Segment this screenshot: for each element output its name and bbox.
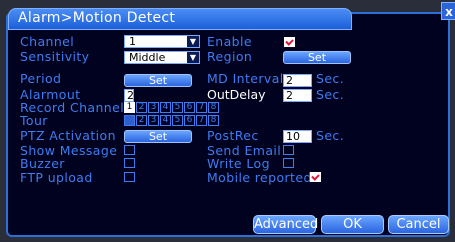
sensitivity-label: Sensitivity: [20, 49, 90, 64]
tour-channel-box-8[interactable]: 8: [208, 115, 219, 126]
record-channel-box-6[interactable]: 6: [184, 102, 195, 113]
enable-checkbox[interactable]: [284, 37, 295, 47]
chevron-down-icon: ▼: [187, 36, 199, 47]
region-set-button[interactable]: Set: [283, 51, 351, 64]
record-channel-box-1[interactable]: 1: [124, 102, 135, 113]
tour-selector: 12345678: [124, 115, 220, 126]
period-set-button[interactable]: Set: [124, 74, 192, 87]
tour-channel-box-7[interactable]: 7: [196, 115, 207, 126]
write-log-checkbox[interactable]: [283, 158, 294, 168]
postrec-input[interactable]: 10: [283, 130, 312, 143]
record-channel-box-5[interactable]: 5: [172, 102, 183, 113]
tour-channel-box-5[interactable]: 5: [172, 115, 183, 126]
md-interval-label: MD Interval: [207, 71, 284, 86]
buzzer-label: Buzzer: [20, 156, 65, 171]
mobile-reported-checkbox[interactable]: [310, 172, 321, 182]
mobile-reported-label: Mobile reported: [207, 170, 312, 185]
write-log-label: Write Log: [207, 156, 270, 171]
sensitivity-value: Middle: [129, 51, 166, 64]
enable-label: Enable: [207, 34, 252, 49]
period-label: Period: [20, 71, 62, 86]
close-button[interactable]: x: [441, 2, 455, 20]
outdelay-input[interactable]: 2: [283, 89, 312, 102]
outdelay-label: OutDelay: [207, 87, 266, 102]
tour-channel-box-1[interactable]: 1: [124, 115, 135, 126]
advanced-button[interactable]: Advanced: [253, 215, 318, 234]
postrec-unit: Sec.: [316, 128, 345, 143]
ptz-activation-label: PTZ Activation: [20, 128, 116, 143]
postrec-label: PostRec: [207, 128, 259, 143]
md-interval-input[interactable]: 2: [283, 74, 312, 87]
tour-label: Tour: [20, 113, 48, 128]
motion-detect-window: Alarm>Motion Detect x Channel 1 ▼ Enable…: [0, 0, 455, 242]
channel-value: 1: [129, 35, 136, 48]
region-label: Region: [207, 49, 253, 64]
channel-label: Channel: [20, 34, 75, 49]
chevron-down-icon: ▼: [187, 52, 199, 63]
sensitivity-select[interactable]: Middle ▼: [124, 51, 200, 64]
record-channel-selector: 12345678: [124, 102, 220, 113]
tour-channel-box-4[interactable]: 4: [160, 115, 171, 126]
record-channel-box-4[interactable]: 4: [160, 102, 171, 113]
buzzer-checkbox[interactable]: [124, 158, 135, 168]
send-email-checkbox[interactable]: [283, 145, 294, 155]
ftp-upload-label: FTP upload: [20, 170, 93, 185]
alarmout-input[interactable]: 2: [124, 89, 134, 102]
show-message-checkbox[interactable]: [124, 145, 135, 155]
record-channel-box-8[interactable]: 8: [208, 102, 219, 113]
record-channel-box-2[interactable]: 2: [136, 102, 147, 113]
record-channel-box-7[interactable]: 7: [196, 102, 207, 113]
tour-channel-box-3[interactable]: 3: [148, 115, 159, 126]
window-title: Alarm>Motion Detect: [18, 10, 176, 26]
ok-button[interactable]: OK: [321, 215, 384, 234]
tour-channel-box-6[interactable]: 6: [184, 115, 195, 126]
cancel-button[interactable]: Cancel: [388, 215, 449, 234]
channel-select[interactable]: 1 ▼: [124, 35, 200, 48]
tour-channel-box-2[interactable]: 2: [136, 115, 147, 126]
ftp-upload-checkbox[interactable]: [124, 172, 135, 182]
outdelay-unit: Sec.: [316, 87, 345, 102]
ptz-set-button[interactable]: Set: [124, 130, 192, 143]
record-channel-box-3[interactable]: 3: [148, 102, 159, 113]
md-interval-unit: Sec.: [316, 71, 345, 86]
